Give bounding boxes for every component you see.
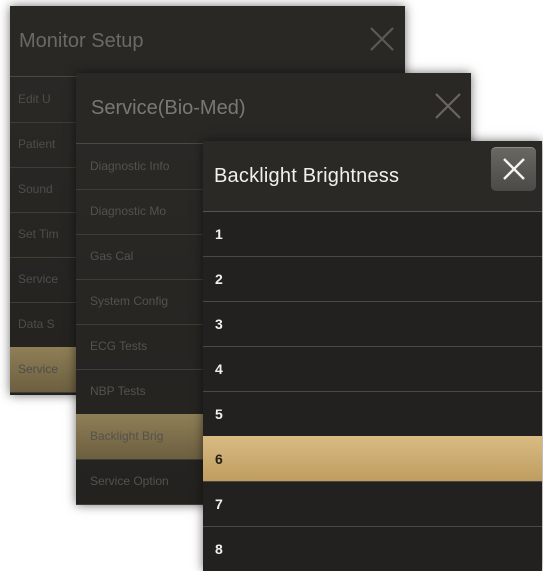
menu-item-label: Diagnostic Info [90, 159, 170, 173]
option-label: 2 [215, 271, 223, 287]
option-label: 1 [215, 226, 223, 242]
menu-item-label: Service Option [90, 474, 169, 488]
panel-title: Backlight Brightness [214, 165, 400, 187]
option-label: 5 [215, 406, 223, 422]
panel-title: Monitor Setup [19, 30, 144, 52]
option-label: 4 [215, 361, 223, 377]
brightness-option-6-selected[interactable]: 6 [203, 436, 542, 482]
menu-item-label: Diagnostic Mo [90, 204, 167, 218]
menu-item-label: System Config [90, 294, 169, 308]
menu-item-label: Sound [18, 182, 53, 196]
monitor-setup-header: Monitor Setup [10, 6, 405, 77]
brightness-option-7[interactable]: 7 [203, 481, 542, 527]
menu-item-label: ECG Tests [90, 339, 148, 353]
close-icon [502, 158, 525, 180]
backlight-brightness-panel: Backlight Brightness 1 2 3 4 5 6 7 8 [203, 141, 542, 571]
menu-item-label: Edit U [18, 92, 51, 106]
brightness-option-8[interactable]: 8 [203, 526, 542, 571]
service-biomed-header: Service(Bio-Med) [76, 73, 471, 144]
menu-item-label: Gas Cal [90, 249, 134, 263]
close-icon [435, 93, 461, 119]
menu-item-label: Data S [18, 317, 55, 331]
menu-item-label: Set Tim [18, 227, 59, 241]
panel-title: Service(Bio-Med) [91, 97, 246, 119]
brightness-option-2[interactable]: 2 [203, 256, 542, 302]
menu-item-label: Backlight Brig [90, 429, 164, 443]
option-label: 8 [215, 541, 223, 557]
brightness-option-4[interactable]: 4 [203, 346, 542, 392]
option-label: 3 [215, 316, 223, 332]
brightness-option-1[interactable]: 1 [203, 211, 542, 257]
menu-item-label: Patient [18, 137, 56, 151]
close-icon [370, 27, 394, 51]
brightness-option-3[interactable]: 3 [203, 301, 542, 347]
close-button[interactable] [429, 87, 467, 125]
option-label: 7 [215, 496, 223, 512]
brightness-option-5[interactable]: 5 [203, 391, 542, 437]
menu-item-label: NBP Tests [90, 384, 146, 398]
close-button[interactable] [365, 22, 399, 56]
close-button[interactable] [491, 147, 536, 191]
menu-item-label: Service [18, 272, 59, 286]
option-label: 6 [215, 451, 223, 467]
backlight-brightness-header: Backlight Brightness [203, 141, 542, 212]
menu-item-label: Service [18, 362, 59, 376]
